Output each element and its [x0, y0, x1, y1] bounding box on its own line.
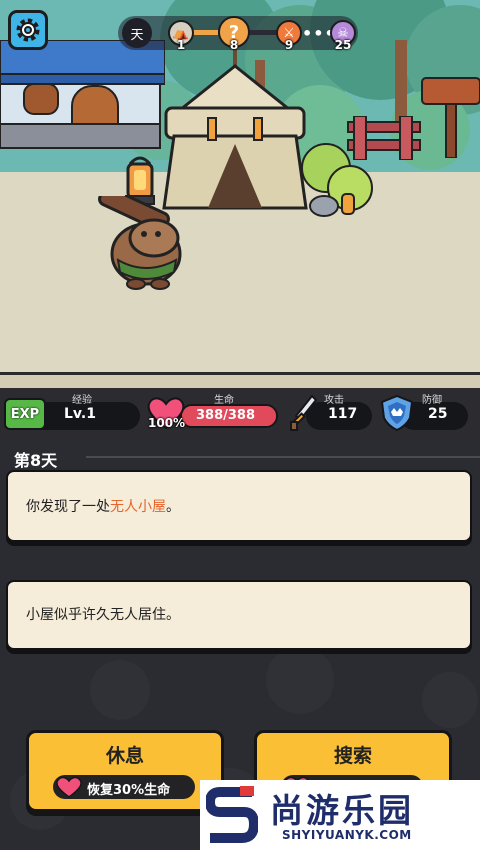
gear-icon — [16, 18, 40, 42]
log-entry-prefix: 你发现了一处 — [26, 499, 110, 515]
sword-icon — [290, 394, 318, 431]
exp-label: 经验 — [72, 395, 92, 406]
rest-effect-pill: 恢复30%生命 — [53, 775, 195, 799]
attack-label: 攻击 — [324, 395, 344, 406]
signpost-sprite — [421, 77, 480, 158]
tent-sprite — [162, 48, 308, 210]
rest-button[interactable]: 休息 恢复30%生命 — [26, 730, 224, 812]
watermark-title: 尚游乐园 — [270, 791, 414, 830]
capybara-hero-sprite — [98, 196, 182, 290]
watermark-logo-icon — [206, 786, 258, 843]
watermark-banner: 尚游乐园 SHYIYUANYK.COM — [200, 780, 480, 850]
heart-icon — [56, 776, 82, 798]
level-value: Lv.1 — [64, 406, 96, 422]
divider — [86, 456, 480, 458]
house-sprite — [0, 40, 165, 149]
node-camp-count: 1 — [176, 38, 186, 52]
exp-badge: EXP — [4, 398, 46, 430]
watermark-url: SHYIYUANYK.COM — [282, 828, 412, 842]
log-entry-text: 小屋似乎许久无人居住。 — [26, 607, 180, 623]
fence-sprite — [347, 116, 421, 160]
game-scene — [0, 0, 480, 388]
node-battle-count: 9 — [284, 38, 294, 52]
shield-icon — [380, 394, 414, 432]
node-event-count: 8 — [229, 38, 239, 52]
log-entry-card: 小屋似乎许久无人居住。 — [6, 580, 472, 650]
rest-effect-text: 恢复30%生命 — [87, 783, 171, 798]
node-boss-count: 25 — [334, 38, 352, 52]
progress-track-fill — [192, 30, 218, 35]
day-title: 第8天 — [14, 451, 58, 470]
log-entry-suffix: 。 — [166, 499, 180, 515]
hp-value: 388/388 — [196, 408, 256, 423]
log-entry-highlight: 无人小屋 — [110, 499, 166, 515]
ground-edge — [0, 372, 480, 388]
defense-value: 25 — [428, 406, 448, 422]
rest-button-label: 休息 — [105, 745, 144, 767]
day-chip: 天 — [122, 18, 152, 48]
defense-label: 防御 — [422, 395, 442, 406]
log-entry-card: 你发现了一处无人小屋。 — [6, 470, 472, 542]
search-button-label: 搜索 — [333, 745, 372, 767]
log-entry-text: 你发现了一处无人小屋。 — [26, 496, 180, 516]
exp-badge-text: EXP — [10, 406, 40, 422]
hp-percent: 100% — [148, 416, 186, 430]
settings-button[interactable] — [8, 10, 48, 50]
attack-value: 117 — [328, 406, 358, 422]
